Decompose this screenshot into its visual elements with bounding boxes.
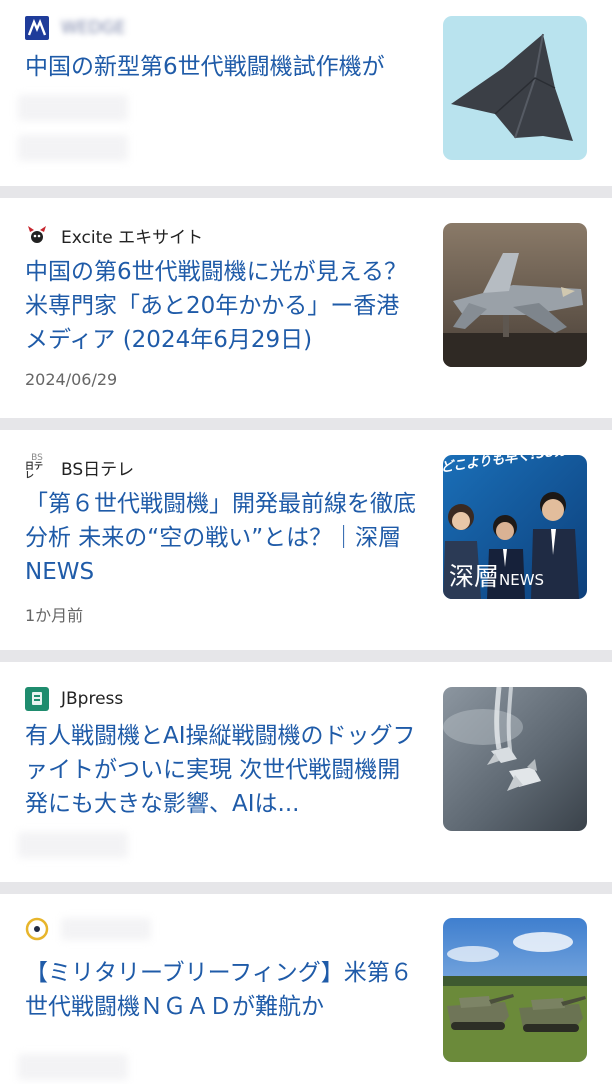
- blurred-text: [18, 95, 128, 121]
- wedge-logo-icon: [25, 16, 49, 40]
- bs-ntv-logo-icon: BS 日テレ: [25, 452, 44, 481]
- source-row: [25, 916, 151, 942]
- jets-in-sky-photo-icon: [443, 687, 587, 831]
- source-name: JBpress: [61, 689, 124, 709]
- source-name: Excite エキサイト: [61, 227, 204, 248]
- thumbnail[interactable]: [443, 918, 587, 1062]
- news-card[interactable]: WEDGE 中国の新型第6世代戦闘機試作機が: [0, 0, 612, 186]
- published-date: 1か月前: [25, 606, 84, 625]
- blurred-text: [61, 918, 151, 940]
- news-card[interactable]: 【ミリタリーブリーフィング】米第６世代戦闘機ＮＧＡＤが難航か: [0, 894, 612, 1084]
- source-logo-icon: [25, 917, 49, 941]
- news-card[interactable]: Excite エキサイト 中国の第6世代戦闘機に光が見える？米専門家「あと20年…: [0, 198, 612, 418]
- source-name: BS日テレ: [61, 459, 135, 480]
- source-row: JBpress: [25, 686, 123, 712]
- published-date: 2024/06/29: [25, 370, 118, 389]
- news-card[interactable]: JBpress 有人戦闘機とAI操縦戦闘機のドッグファイトがついに実現 次世代戦…: [0, 662, 612, 882]
- tanks-on-field-photo-icon: [443, 918, 587, 1062]
- thumbnail[interactable]: どこよりも早く!58分スタート! 深層NEWS: [443, 455, 587, 599]
- headline[interactable]: 中国の新型第6世代戦闘機試作機が: [25, 50, 417, 84]
- excite-logo-icon: [25, 223, 49, 247]
- jbpress-logo-icon: [25, 687, 49, 711]
- thumbnail[interactable]: [443, 687, 587, 831]
- blurred-text: [18, 1054, 128, 1080]
- thumbnail[interactable]: [443, 223, 587, 367]
- headline[interactable]: 有人戦闘機とAI操縦戦闘機のドッグファイトがついに実現 次世代戦闘機開発にも大き…: [25, 719, 417, 821]
- headline[interactable]: 【ミリタリーブリーフィング】米第６世代戦闘機ＮＧＡＤが難航か: [25, 956, 417, 1024]
- blurred-text: [18, 135, 128, 161]
- source-row: WEDGE: [25, 15, 126, 41]
- thumbnail[interactable]: [443, 16, 587, 160]
- headline[interactable]: 「第６世代戦闘機」開発最前線を徹底分析 未来の“空の戦い”とは？｜深層NEWS: [25, 487, 417, 589]
- source-row: Excite エキサイト: [25, 222, 203, 248]
- headline[interactable]: 中国の第6世代戦闘機に光が見える？米専門家「あと20年かかる」ー香港メディア (…: [25, 255, 417, 357]
- news-feed: WEDGE 中国の新型第6世代戦闘機試作機が Excite エキサイト 中国の第…: [0, 0, 612, 1084]
- stealth-jet-photo-icon: [443, 16, 587, 160]
- blurred-text: [18, 832, 128, 858]
- news-card[interactable]: BS 日テレ BS日テレ 「第６世代戦闘機」開発最前線を徹底分析 未来の“空の戦…: [0, 430, 612, 650]
- fighter-model-photo-icon: [443, 223, 587, 367]
- source-name: WEDGE: [61, 18, 126, 38]
- source-row: BS 日テレ BS日テレ: [25, 452, 135, 481]
- thumbnail-caption: 深層NEWS: [449, 562, 545, 591]
